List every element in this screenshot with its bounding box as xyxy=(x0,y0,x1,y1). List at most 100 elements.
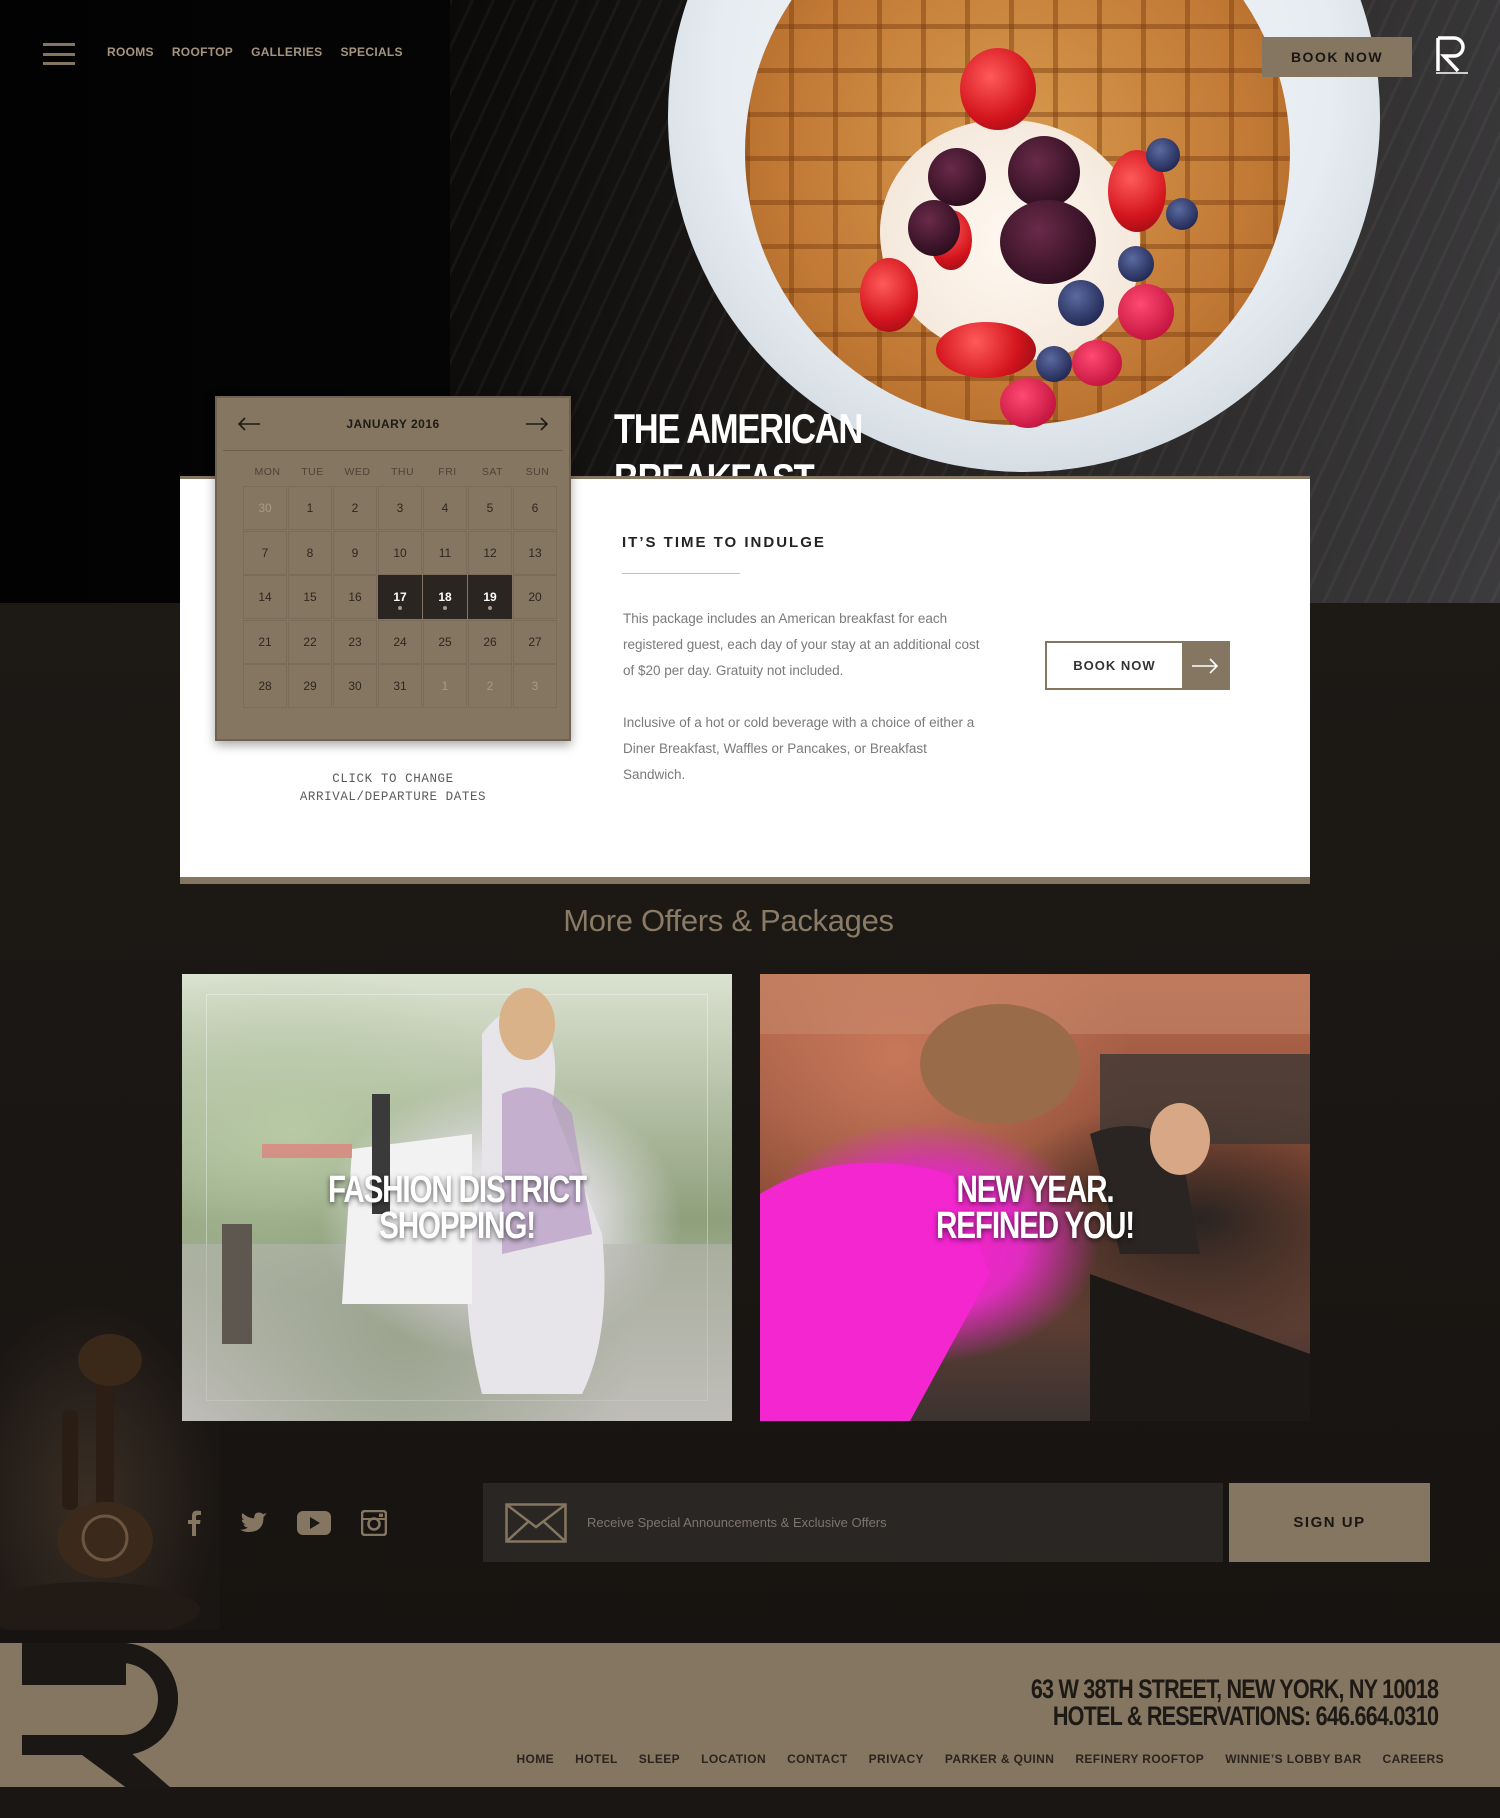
footer-link-privacy[interactable]: PRIVACY xyxy=(869,1752,924,1766)
blueberry-image xyxy=(1146,138,1180,172)
calendar-day[interactable]: 20 xyxy=(513,575,557,619)
blackberry-image xyxy=(1000,200,1096,284)
calendar-day[interactable]: 10 xyxy=(378,530,422,575)
calendar-day[interactable]: 5 xyxy=(468,486,512,530)
calendar-weekday-label: TUE xyxy=(301,466,324,478)
calendar-day[interactable]: 4 xyxy=(423,486,467,530)
calendar-day[interactable]: 3 xyxy=(513,664,557,708)
calendar-day[interactable]: 22 xyxy=(288,619,332,664)
calendar-day[interactable]: 11 xyxy=(423,530,467,575)
hero-title: THE AMERICAN BREAKFAST xyxy=(614,405,863,502)
nav-item-galleries[interactable]: GALLERIES xyxy=(251,45,322,59)
offer-label-line1: FASHION DISTRICT xyxy=(328,1169,587,1211)
hamburger-menu-button[interactable] xyxy=(43,43,75,65)
calendar-day[interactable]: 8 xyxy=(288,530,332,575)
twitter-icon[interactable] xyxy=(236,1509,272,1537)
nav-item-specials[interactable]: SPECIALS xyxy=(340,45,402,59)
calendar-day[interactable]: 1 xyxy=(423,664,467,708)
calendar-divider xyxy=(223,450,563,451)
package-book-now-button[interactable]: BOOK NOW xyxy=(1045,641,1230,690)
calendar-day[interactable]: 30 xyxy=(243,486,287,530)
calendar-day[interactable]: 30 xyxy=(333,664,377,708)
instagram-icon[interactable] xyxy=(356,1509,392,1537)
footer-link-contact[interactable]: CONTACT xyxy=(787,1752,848,1766)
calendar-day[interactable]: 27 xyxy=(513,619,557,664)
offer-label-new-year: NEW YEAR. REFINED YOU! xyxy=(821,1171,1250,1247)
calendar-day-selected[interactable]: 19 xyxy=(468,575,512,619)
calendar-day[interactable]: 25 xyxy=(423,619,467,664)
calendar-day[interactable]: 28 xyxy=(243,664,287,708)
raspberry-image xyxy=(1072,340,1122,386)
hamburger-icon-line xyxy=(43,62,75,65)
calendar-day[interactable]: 26 xyxy=(468,619,512,664)
footer-link-parker-quinn[interactable]: PARKER & QUINN xyxy=(945,1752,1054,1766)
calendar-day[interactable]: 3 xyxy=(378,486,422,530)
blueberry-image xyxy=(1166,198,1198,230)
offer-label-line2: REFINED YOU! xyxy=(936,1205,1135,1247)
raspberry-image xyxy=(1118,284,1174,340)
nav-item-rooms[interactable]: ROOMS xyxy=(107,45,154,59)
newsletter-email-input[interactable] xyxy=(587,1502,1223,1543)
calendar-day-selected[interactable]: 17 xyxy=(378,575,422,619)
calendar-day[interactable]: 31 xyxy=(378,664,422,708)
blackberry-image xyxy=(908,200,960,256)
envelope-icon xyxy=(505,1502,567,1543)
r-logo-icon[interactable] xyxy=(22,1643,192,1789)
blueberry-image xyxy=(1036,346,1072,382)
calendar-day-selected[interactable]: 18 xyxy=(423,575,467,619)
calendar-day[interactable]: 29 xyxy=(288,664,332,708)
calendar-day[interactable]: 1 xyxy=(288,486,332,530)
calendar-day[interactable]: 2 xyxy=(468,664,512,708)
arrow-left-icon[interactable] xyxy=(237,416,261,432)
calendar-weekday-label: MON xyxy=(254,466,281,478)
footer-link-careers[interactable]: CAREERS xyxy=(1383,1752,1444,1766)
hamburger-icon-line xyxy=(43,52,75,56)
calendar-day[interactable]: 6 xyxy=(513,486,557,530)
package-book-now-label: BOOK NOW xyxy=(1073,658,1156,673)
calendar-caption-line2: ARRIVAL/DEPARTURE DATES xyxy=(299,790,487,804)
footer-nav: HOME HOTEL SLEEP LOCATION CONTACT PRIVAC… xyxy=(495,1752,1444,1766)
top-nav: ROOMS ROOFTOP GALLERIES SPECIALS xyxy=(107,45,421,59)
offer-label-fashion: FASHION DISTRICT SHOPPING! xyxy=(243,1169,672,1247)
sign-up-button[interactable]: SIGN UP xyxy=(1229,1483,1430,1562)
package-description-2: Inclusive of a hot or cold beverage with… xyxy=(623,715,975,782)
calendar-day[interactable]: 16 xyxy=(333,575,377,619)
calendar-weekday-label: SUN xyxy=(525,466,550,478)
footer-link-hotel[interactable]: HOTEL xyxy=(575,1752,618,1766)
offer-label-line2: SHOPPING! xyxy=(379,1205,536,1247)
calendar-day[interactable]: 7 xyxy=(243,530,287,575)
calendar-header: JANUARY 2016 xyxy=(217,398,569,450)
arrow-right-icon xyxy=(1182,643,1228,688)
calendar-day[interactable]: 9 xyxy=(333,530,377,575)
footer-link-sleep[interactable]: SLEEP xyxy=(639,1752,680,1766)
footer-link-home[interactable]: HOME xyxy=(516,1752,554,1766)
r-logo-icon[interactable] xyxy=(1435,35,1469,75)
offer-tile-fashion[interactable]: FASHION DISTRICT SHOPPING! xyxy=(182,974,732,1421)
calendar-days-grid: 30 1 2 3 4 5 6 7 8 9 10 11 12 13 14 15 16 17 18 19 20 21 22 23 2… xyxy=(243,486,560,708)
footer-address-line1: 63 W 38TH STREET, NEW YORK, NY 10018 xyxy=(1030,1674,1439,1704)
footer-link-winnies-lobby-bar[interactable]: WINNIE’S LOBBY BAR xyxy=(1225,1752,1361,1766)
calendar-day[interactable]: 2 xyxy=(333,486,377,530)
facebook-icon[interactable] xyxy=(176,1509,212,1537)
youtube-icon[interactable] xyxy=(296,1509,332,1537)
calendar-day[interactable]: 15 xyxy=(288,575,332,619)
date-picker-calendar: JANUARY 2016 MON TUE WED THU FRI SAT SUN 30 1 2 3… xyxy=(215,396,571,741)
blackberry-image xyxy=(1008,136,1080,208)
blueberry-image xyxy=(1058,280,1104,326)
footer-address-line2: HOTEL & RESERVATIONS: 646.664.0310 xyxy=(1052,1701,1439,1731)
footer-link-location[interactable]: LOCATION xyxy=(701,1752,766,1766)
book-now-header-button[interactable]: BOOK NOW xyxy=(1262,37,1412,77)
calendar-day[interactable]: 23 xyxy=(333,619,377,664)
footer-link-refinery-rooftop[interactable]: REFINERY ROOFTOP xyxy=(1075,1752,1204,1766)
strawberry-image xyxy=(936,322,1036,378)
offer-tile-new-year[interactable]: NEW YEAR. REFINED YOU! xyxy=(760,974,1310,1421)
calendar-day[interactable]: 21 xyxy=(243,619,287,664)
package-heading-divider xyxy=(622,573,740,574)
calendar-day[interactable]: 24 xyxy=(378,619,422,664)
calendar-day[interactable]: 13 xyxy=(513,530,557,575)
calendar-caption-line1: CLICK TO CHANGE xyxy=(332,772,454,786)
calendar-day[interactable]: 12 xyxy=(468,530,512,575)
nav-item-rooftop[interactable]: ROOFTOP xyxy=(172,45,233,59)
arrow-right-icon[interactable] xyxy=(525,416,549,432)
calendar-day[interactable]: 14 xyxy=(243,575,287,619)
